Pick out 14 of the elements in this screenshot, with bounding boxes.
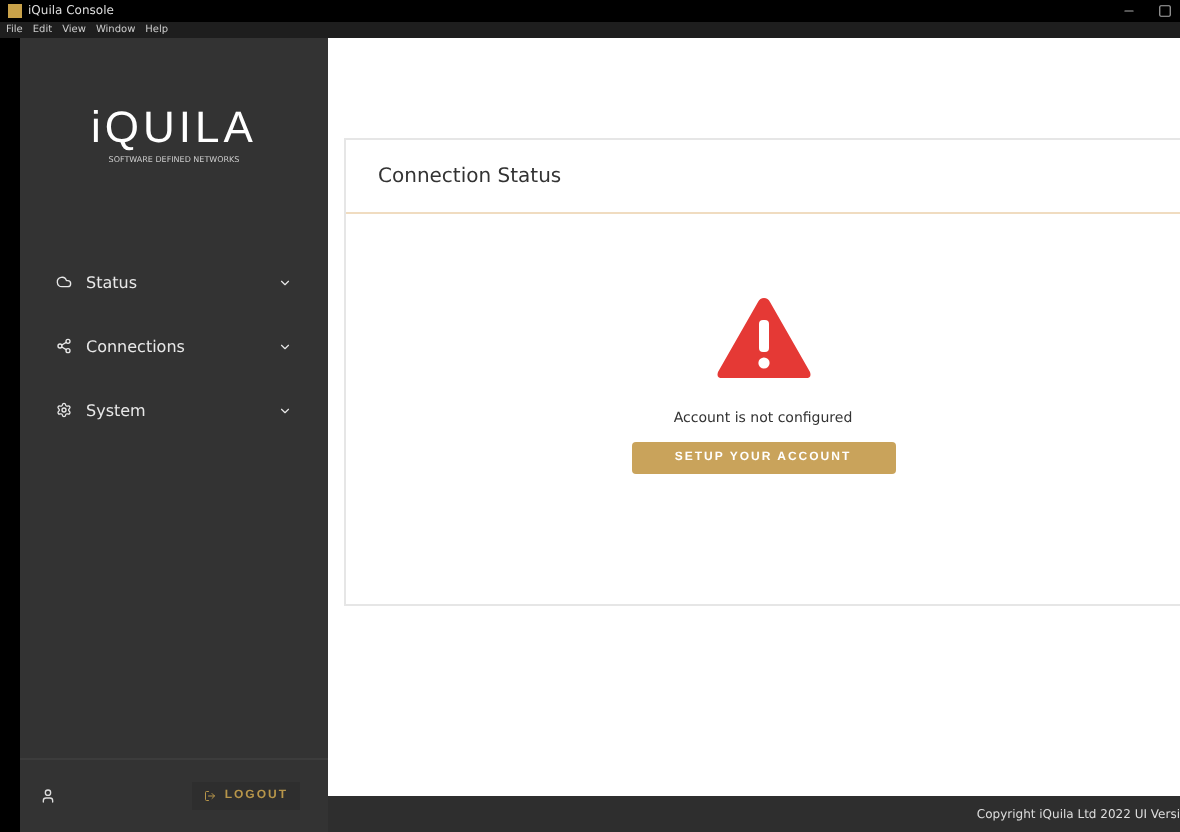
logout-icon <box>204 790 217 802</box>
minimize-icon[interactable] <box>1122 4 1136 18</box>
maximize-icon[interactable] <box>1158 4 1172 18</box>
logo-text: iQUILA <box>91 101 257 153</box>
gear-icon <box>56 402 72 418</box>
sidebar-item[interactable]: Connections <box>20 314 328 378</box>
cloud-icon <box>56 274 72 290</box>
sidebar-item[interactable]: Status <box>20 250 328 314</box>
app-icon <box>8 4 22 18</box>
user-icon[interactable] <box>40 788 56 804</box>
card-title: Connection Status <box>346 140 1180 214</box>
warning-icon <box>713 294 813 382</box>
share-icon <box>56 338 72 354</box>
sidebar-item[interactable]: System <box>20 378 328 442</box>
